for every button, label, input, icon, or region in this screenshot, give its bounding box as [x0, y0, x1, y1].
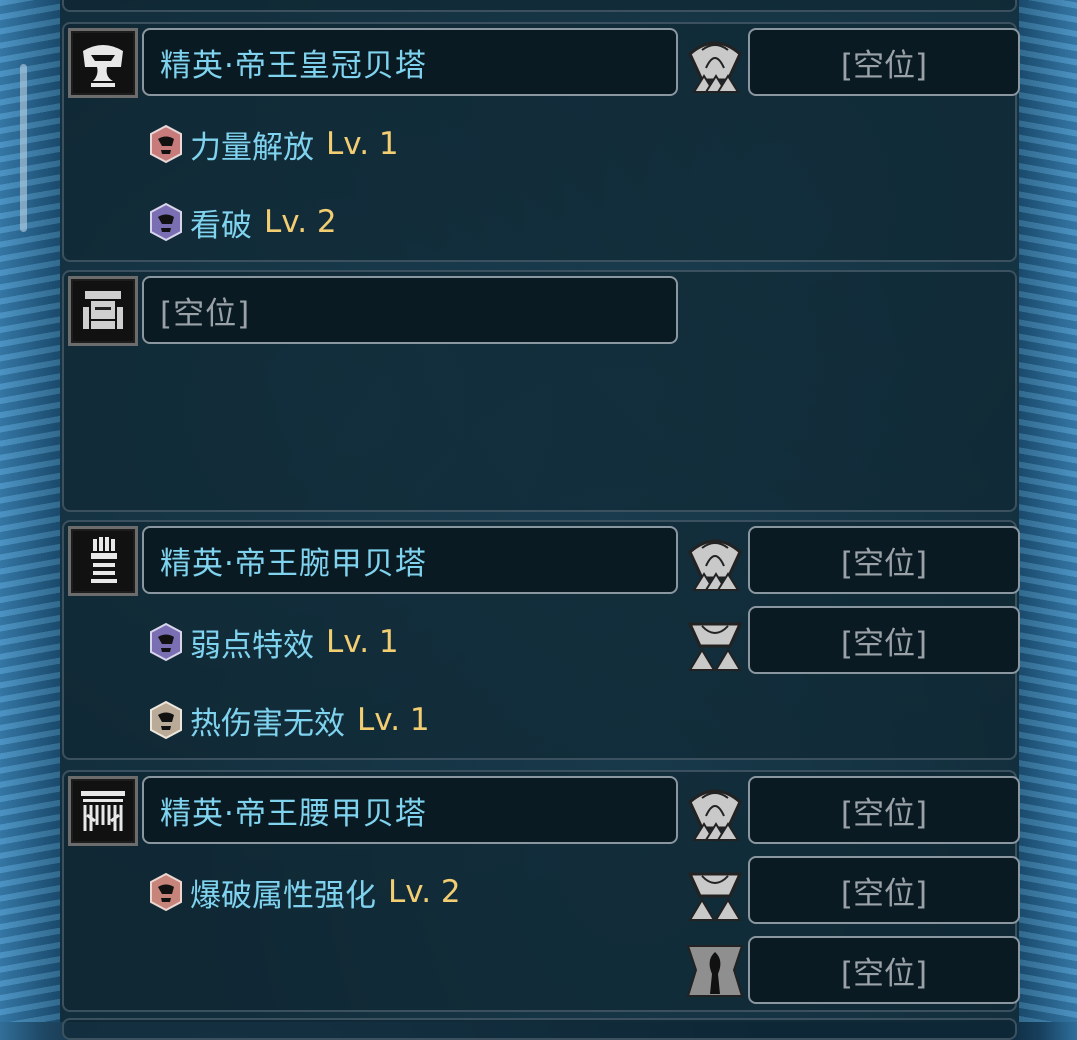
decoration-slot-lv2-icon — [687, 872, 743, 921]
skill-item: 热伤害无效 Lv. 1 — [148, 698, 430, 742]
decoration-slot[interactable]: [空位] — [748, 776, 1020, 844]
skill-name: 看破 — [190, 207, 252, 244]
skill-gem-icon — [150, 700, 182, 740]
equipment-name[interactable]: 精英·帝王腕甲贝塔 — [142, 526, 678, 594]
decoration-slot[interactable]: [空位] — [748, 936, 1020, 1004]
gauntlet-icon — [68, 526, 138, 596]
skill-gem-icon — [150, 124, 182, 164]
equipment-name-empty[interactable]: [空位] — [142, 276, 678, 344]
chest-armor-icon — [68, 276, 138, 346]
skill-name: 弱点特效 — [190, 627, 314, 664]
scrollbar-thumb[interactable] — [20, 64, 27, 232]
skill-item: 力量解放 Lv. 1 — [148, 122, 399, 166]
decoration-slot[interactable]: [空位] — [748, 28, 1020, 96]
helm-icon — [68, 28, 138, 98]
skill-level: Lv. 2 — [388, 874, 461, 910]
equipment-panel-waist[interactable]: 精英·帝王腰甲贝塔 爆破属性强化 Lv. 2 [空位] [空位] [空位] — [62, 770, 1020, 1012]
decoration-slot-lv2-icon — [687, 622, 743, 671]
decoration-slot[interactable]: [空位] — [748, 606, 1020, 674]
decoration-slot-lv1-icon — [686, 945, 744, 997]
skill-gem-icon — [150, 622, 182, 662]
skill-level: Lv. 1 — [326, 624, 399, 660]
skill-item: 弱点特效 Lv. 1 — [148, 620, 399, 664]
skill-name: 热伤害无效 — [190, 705, 345, 742]
equipment-name[interactable]: 精英·帝王皇冠贝塔 — [142, 28, 678, 96]
skill-item: 爆破属性强化 Lv. 2 — [148, 870, 461, 914]
skill-level: Lv. 2 — [264, 204, 337, 240]
decoration-slot[interactable]: [空位] — [748, 856, 1020, 924]
next-panel-edge — [62, 1018, 1017, 1040]
equipment-name[interactable]: 精英·帝王腰甲贝塔 — [142, 776, 678, 844]
decoration-slot[interactable]: [空位] — [748, 526, 1020, 594]
left-frame-border — [0, 0, 60, 1022]
right-frame-border — [1019, 0, 1077, 1022]
waist-armor-icon — [68, 776, 138, 846]
previous-panel-edge — [62, 0, 1017, 12]
skill-gem-icon — [150, 202, 182, 242]
skill-level: Lv. 1 — [357, 702, 430, 738]
skill-name: 爆破属性强化 — [190, 877, 376, 914]
equipment-list: 精英·帝王皇冠贝塔 力量解放 Lv. 1 看破 Lv. 2 [空位] [空位] … — [60, 0, 1020, 1040]
skill-gem-icon — [150, 872, 182, 912]
equipment-panel-arms[interactable]: 精英·帝王腕甲贝塔 弱点特效 Lv. 1 热伤害无效 Lv. 1 [空位] [空… — [62, 520, 1020, 760]
decoration-slot-lv3-icon — [688, 539, 742, 591]
skill-level: Lv. 1 — [326, 126, 399, 162]
equipment-panel-helm[interactable]: 精英·帝王皇冠贝塔 力量解放 Lv. 1 看破 Lv. 2 [空位] — [62, 22, 1020, 262]
decoration-slot-lv3-icon — [688, 789, 742, 841]
skill-item: 看破 Lv. 2 — [148, 200, 337, 244]
equipment-panel-chest[interactable]: [空位] — [62, 270, 1017, 512]
decoration-slot-lv3-icon — [688, 41, 742, 93]
skill-name: 力量解放 — [190, 129, 314, 166]
